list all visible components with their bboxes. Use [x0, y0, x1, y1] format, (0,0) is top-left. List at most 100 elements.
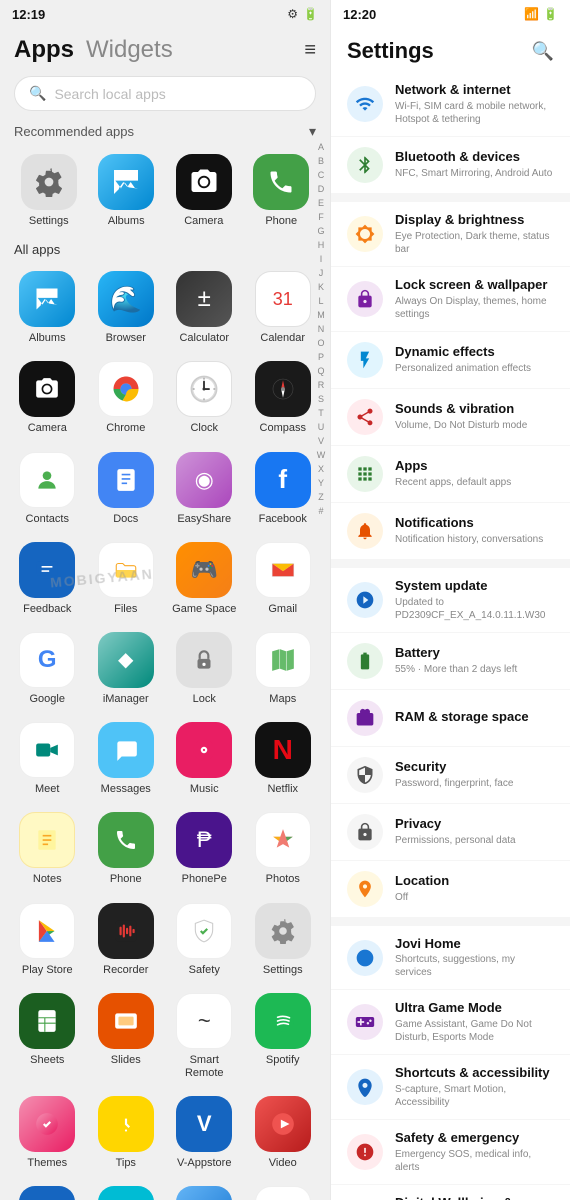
- app-photos[interactable]: Photos: [246, 806, 321, 892]
- settings-item-sounds-vibration[interactable]: Sounds & vibrationVolume, Do Not Disturb…: [331, 389, 570, 446]
- settings-item-title: Apps: [395, 458, 554, 475]
- settings-item-display-brightness[interactable]: Display & brightnessEye Protection, Dark…: [331, 202, 570, 267]
- app-gmail[interactable]: Gmail: [246, 536, 321, 622]
- settings-header: Settings 🔍: [331, 28, 570, 72]
- settings-item-location[interactable]: LocationOff: [331, 861, 570, 918]
- app-vivo.com[interactable]: vivovivo.com: [10, 1180, 85, 1200]
- settings-item-security[interactable]: SecurityPassword, fingerprint, face: [331, 747, 570, 804]
- settings-item-network-internet[interactable]: Network & internetWi-Fi, SIM card & mobi…: [331, 72, 570, 137]
- app-music[interactable]: Music: [167, 716, 242, 802]
- app-label: Phone: [265, 215, 297, 228]
- search-icon: 🔍: [29, 85, 46, 102]
- app-google[interactable]: GGoogle: [10, 626, 85, 712]
- app-tips[interactable]: Tips: [89, 1090, 164, 1176]
- app-safety[interactable]: Safety: [167, 897, 242, 983]
- settings-item-title: Jovi Home: [395, 936, 554, 953]
- app-notes[interactable]: Notes: [10, 806, 85, 892]
- app-imanager[interactable]: ◆iManager: [89, 626, 164, 712]
- app-browser[interactable]: 🌊Browser: [89, 265, 164, 351]
- app-phone-rec[interactable]: Phone: [243, 148, 321, 234]
- app-weather[interactable]: Weather: [167, 1180, 242, 1200]
- header-tabs: Apps Widgets ≡: [0, 28, 330, 68]
- app-icon-docs: [98, 452, 154, 508]
- settings-divider: [331, 194, 570, 202]
- settings-item-apps[interactable]: AppsRecent apps, default apps: [331, 446, 570, 503]
- app-clock[interactable]: Clock: [167, 355, 242, 441]
- app-chrome[interactable]: Chrome: [89, 355, 164, 441]
- settings-icon-jovi-home: [347, 940, 383, 976]
- tab-apps[interactable]: Apps: [14, 36, 74, 64]
- app-video[interactable]: Video: [246, 1090, 321, 1176]
- settings-search-icon[interactable]: 🔍: [532, 41, 554, 62]
- app-icon-easyshare: ◉: [176, 452, 232, 508]
- settings-item-title: Notifications: [395, 515, 554, 532]
- app-label: Clock: [190, 422, 218, 435]
- app-v-appstore[interactable]: VV-Appstore: [167, 1090, 242, 1176]
- settings-icon-sounds-vibration: [347, 399, 383, 435]
- app-phonepe[interactable]: ₱PhonePe: [167, 806, 242, 892]
- app-themes[interactable]: Themes: [10, 1090, 85, 1176]
- settings-item-ram-storage-space[interactable]: RAM & storage space: [331, 690, 570, 747]
- app-vivocloud[interactable]: vivoCloud: [89, 1180, 164, 1200]
- app-label: Compass: [260, 422, 306, 435]
- app-play-store[interactable]: Play Store: [10, 897, 85, 983]
- app-calendar[interactable]: 31Calendar: [246, 265, 321, 351]
- app-camera[interactable]: Camera: [10, 355, 85, 441]
- app-feedback[interactable]: Feedback: [10, 536, 85, 622]
- app-contacts[interactable]: Contacts: [10, 446, 85, 532]
- settings-item-dynamic-effects[interactable]: Dynamic effectsPersonalized animation ef…: [331, 332, 570, 389]
- app-label: Contacts: [26, 513, 69, 526]
- settings-item-battery[interactable]: Battery55% · More than 2 days left: [331, 633, 570, 690]
- search-placeholder: Search local apps: [54, 86, 165, 102]
- app-slides[interactable]: Slides: [89, 987, 164, 1086]
- app-icon-video: [255, 1096, 311, 1152]
- settings-item-sub: Password, fingerprint, face: [395, 777, 554, 790]
- settings-text: Sounds & vibrationVolume, Do Not Disturb…: [395, 401, 554, 432]
- settings-item-jovi-home[interactable]: Jovi HomeShortcuts, suggestions, my serv…: [331, 926, 570, 991]
- app-lock[interactable]: Lock: [167, 626, 242, 712]
- app-calculator[interactable]: ±Calculator: [167, 265, 242, 351]
- app-icon-photos: [255, 812, 311, 868]
- app-camera-rec[interactable]: Camera: [165, 148, 243, 234]
- settings-item-system-update[interactable]: System updateUpdated to PD2309CF_EX_A_14…: [331, 568, 570, 633]
- tab-widgets[interactable]: Widgets: [86, 36, 173, 64]
- app-sheets[interactable]: Sheets: [10, 987, 85, 1086]
- app-netflix[interactable]: NNetflix: [246, 716, 321, 802]
- app-game-space[interactable]: 🎮Game Space: [167, 536, 242, 622]
- app-icon-game-space: 🎮: [176, 542, 232, 598]
- app-youtube[interactable]: YouTube: [246, 1180, 321, 1200]
- app-label: PhonePe: [182, 873, 227, 886]
- app-docs[interactable]: Docs: [89, 446, 164, 532]
- menu-icon[interactable]: ≡: [304, 39, 316, 62]
- app-meet[interactable]: Meet: [10, 716, 85, 802]
- app-settings[interactable]: Settings: [246, 897, 321, 983]
- app-phone[interactable]: Phone: [89, 806, 164, 892]
- settings-item-bluetooth-devices[interactable]: Bluetooth & devicesNFC, Smart Mirroring,…: [331, 137, 570, 194]
- recommended-arrow[interactable]: ▾: [309, 123, 316, 140]
- settings-item-shortcuts-accessibility[interactable]: Shortcuts & accessibilityS-capture, Smar…: [331, 1055, 570, 1120]
- app-albums-rec[interactable]: Albums: [88, 148, 166, 234]
- app-albums[interactable]: Albums: [10, 265, 85, 351]
- app-files[interactable]: Files: [89, 536, 164, 622]
- app-easyshare[interactable]: ◉EasyShare: [167, 446, 242, 532]
- app-maps[interactable]: Maps: [246, 626, 321, 712]
- settings-item-privacy[interactable]: PrivacyPermissions, personal data: [331, 804, 570, 861]
- settings-item-lock-screen-wallpaper[interactable]: Lock screen & wallpaperAlways On Display…: [331, 267, 570, 332]
- app-settings-rec[interactable]: Settings: [10, 148, 88, 234]
- settings-icon-notifications: [347, 513, 383, 549]
- settings-item-safety-emergency[interactable]: Safety & emergencyEmergency SOS, medical…: [331, 1120, 570, 1185]
- settings-text: Safety & emergencyEmergency SOS, medical…: [395, 1130, 554, 1174]
- app-facebook[interactable]: fFacebook: [246, 446, 321, 532]
- settings-item-ultra-game-mode[interactable]: Ultra Game ModeGame Assistant, Game Do N…: [331, 990, 570, 1055]
- app-compass[interactable]: Compass: [246, 355, 321, 441]
- search-bar[interactable]: 🔍 Search local apps: [14, 76, 316, 111]
- settings-status-icon: ⚙: [287, 7, 298, 21]
- app-spotify[interactable]: Spotify: [246, 987, 321, 1086]
- settings-item-digital-wellbeing-parental-controls[interactable]: Digital Wellbeing & parental controlsScr…: [331, 1185, 570, 1200]
- app-messages[interactable]: Messages: [89, 716, 164, 802]
- app-smart-remote[interactable]: ~Smart Remote: [167, 987, 242, 1086]
- settings-item-title: System update: [395, 578, 554, 595]
- app-recorder[interactable]: Recorder: [89, 897, 164, 983]
- settings-icon-shortcuts-accessibility: [347, 1069, 383, 1105]
- settings-item-notifications[interactable]: NotificationsNotification history, conve…: [331, 503, 570, 560]
